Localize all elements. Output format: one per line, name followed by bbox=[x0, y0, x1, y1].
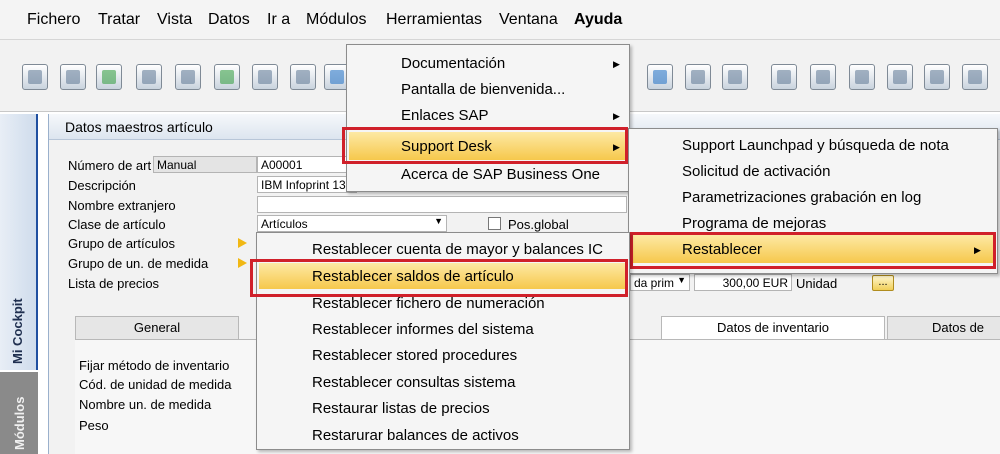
menu-item-reset-reports[interactable]: Restablecer informes del sistema bbox=[312, 321, 534, 338]
tab-inventory-data[interactable]: Datos de inventario bbox=[661, 316, 885, 340]
description-field[interactable]: IBM Infoprint 1312 bbox=[257, 176, 357, 193]
menu-item-activation-request[interactable]: Solicitud de activación bbox=[682, 163, 830, 180]
foreign-name-label: Nombre extranjero bbox=[68, 198, 176, 213]
menu-item-about[interactable]: Acerca de SAP Business One bbox=[401, 166, 600, 183]
window-title: Datos maestros artículo bbox=[65, 119, 213, 135]
menu-item-sap-links[interactable]: Enlaces SAP bbox=[401, 107, 489, 124]
tab-general[interactable]: General bbox=[75, 316, 239, 340]
chevron-down-icon: ▼ bbox=[677, 275, 686, 285]
support-desk-callout bbox=[342, 127, 628, 164]
menu-modulos[interactable]: Módulos bbox=[306, 11, 366, 29]
menu-item-support-launchpad[interactable]: Support Launchpad y búsqueda de nota bbox=[682, 137, 949, 154]
price-list-select[interactable]: da prim ▼ bbox=[630, 274, 690, 291]
filter-icon[interactable] bbox=[685, 64, 711, 90]
more-button[interactable]: ... bbox=[872, 275, 894, 291]
sort-icon[interactable] bbox=[722, 64, 748, 90]
uom-name-label: Nombre un. de medida bbox=[79, 397, 212, 412]
calculator-icon[interactable] bbox=[849, 64, 875, 90]
settings-icon[interactable] bbox=[962, 64, 988, 90]
menu-item-reset-numbering[interactable]: Restablecer fichero de numeración bbox=[312, 295, 545, 312]
print-icon[interactable] bbox=[60, 64, 86, 90]
menu-item-improvement-program[interactable]: Programa de mejoras bbox=[682, 215, 826, 232]
menu-fichero[interactable]: Fichero bbox=[27, 11, 80, 29]
uom-group-label: Grupo de un. de medida bbox=[68, 256, 209, 271]
item-class-value: Artículos bbox=[261, 217, 308, 231]
fax-icon[interactable] bbox=[136, 64, 162, 90]
menu-item-restore-price-lists[interactable]: Restaurar listas de precios bbox=[312, 400, 490, 417]
chevron-down-icon: ▼ bbox=[434, 216, 443, 226]
printer-icon[interactable] bbox=[175, 64, 201, 90]
price-list-value: da prim bbox=[634, 276, 675, 290]
pdf-icon[interactable] bbox=[290, 64, 316, 90]
modules-tab-label: Módulos bbox=[12, 396, 27, 450]
menu-item-restore-asset-balances[interactable]: Restarurar balances de activos bbox=[312, 427, 519, 444]
refresh-icon[interactable] bbox=[647, 64, 673, 90]
submenu-arrow-icon: ▶ bbox=[613, 111, 620, 121]
menu-item-log-settings[interactable]: Parametrizaciones grabación en log bbox=[682, 189, 921, 206]
uom-code-label: Cód. de unidad de medida bbox=[79, 377, 232, 392]
cockpit-tab[interactable]: Mi Cockpit bbox=[0, 114, 38, 370]
gross-profit-icon[interactable] bbox=[924, 64, 950, 90]
menu-item-reset-stored-procedures[interactable]: Restablecer stored procedures bbox=[312, 347, 517, 364]
payment-icon[interactable] bbox=[887, 64, 913, 90]
help-menu: Documentación ▶ Pantalla de bienvenida..… bbox=[346, 44, 630, 192]
menu-tratar[interactable]: Tratar bbox=[98, 11, 140, 29]
tab-more-data[interactable]: Datos de bbox=[887, 316, 1000, 340]
weight-label: Peso bbox=[79, 418, 109, 433]
menu-item-documentation[interactable]: Documentación bbox=[401, 55, 505, 72]
preview-icon[interactable] bbox=[22, 64, 48, 90]
menu-item-welcome-screen[interactable]: Pantalla de bienvenida... bbox=[401, 81, 565, 98]
unit-label: Unidad bbox=[796, 276, 838, 291]
menu-herramientas[interactable]: Herramientas bbox=[386, 11, 482, 29]
item-group-label: Grupo de artículos bbox=[68, 236, 175, 251]
base-document-icon[interactable] bbox=[771, 64, 797, 90]
item-number-label: Número de artículo bbox=[68, 158, 152, 173]
inventory-method-label: Fijar método de inventario bbox=[79, 358, 230, 373]
description-label: Descripción bbox=[68, 178, 136, 193]
reset-item-balances-callout bbox=[250, 259, 628, 297]
menu-datos[interactable]: Datos bbox=[208, 11, 250, 29]
menu-ventana[interactable]: Ventana bbox=[499, 11, 558, 29]
restablecer-callout bbox=[630, 232, 996, 269]
menu-item-reset-gl-accounts[interactable]: Restablecer cuenta de mayor y balances I… bbox=[312, 241, 603, 258]
excel-icon[interactable] bbox=[214, 64, 240, 90]
item-class-select[interactable]: Artículos ▼ bbox=[257, 215, 447, 232]
number-series-select[interactable]: Manual bbox=[153, 156, 257, 173]
foreign-name-field[interactable] bbox=[257, 196, 627, 213]
menu-ayuda[interactable]: Ayuda bbox=[574, 11, 622, 29]
item-class-label: Clase de artículo bbox=[68, 217, 166, 232]
menubar: Fichero Tratar Vista Datos Ir a Módulos … bbox=[0, 0, 1000, 40]
modules-tab[interactable]: Módulos bbox=[0, 372, 38, 454]
email-icon[interactable] bbox=[96, 64, 122, 90]
link-arrow-icon[interactable] bbox=[238, 238, 247, 248]
global-item-label: Pos.global bbox=[508, 217, 569, 232]
price-field[interactable]: 300,00 EUR bbox=[694, 274, 792, 291]
price-list-label: Lista de precios bbox=[68, 276, 160, 291]
submenu-arrow-icon: ▶ bbox=[613, 59, 620, 69]
menu-item-reset-system-queries[interactable]: Restablecer consultas sistema bbox=[312, 374, 515, 391]
menu-vista[interactable]: Vista bbox=[157, 11, 192, 29]
target-document-icon[interactable] bbox=[810, 64, 836, 90]
global-item-checkbox[interactable] bbox=[488, 217, 501, 230]
word-icon[interactable] bbox=[252, 64, 278, 90]
link-arrow-icon[interactable] bbox=[238, 258, 247, 268]
menu-ir-a[interactable]: Ir a bbox=[267, 11, 290, 29]
cockpit-tab-label: Mi Cockpit bbox=[10, 298, 25, 364]
